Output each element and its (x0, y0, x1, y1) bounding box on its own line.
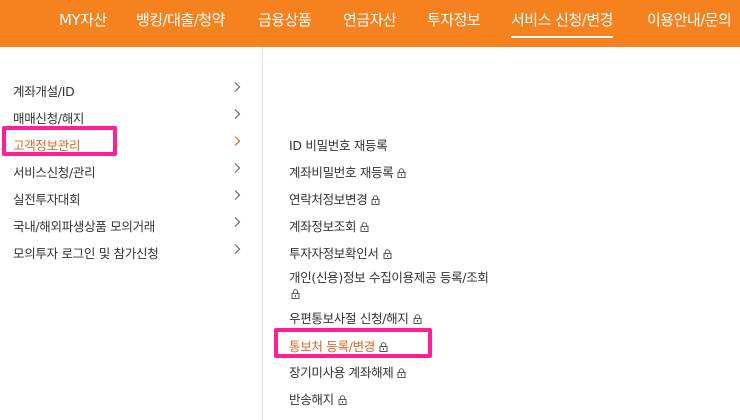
lock-icon (413, 314, 422, 324)
left-menu-item-label: 국내/해외파생상품 모의거래 (13, 219, 155, 234)
sub-menu-item-label: 개인(신용)정보 수집이용제공 등록/조회 (289, 270, 489, 285)
lock-icon (338, 395, 347, 405)
chevron-right-icon (234, 217, 241, 227)
left-menu-item-account-open[interactable]: 계좌개설/ID (0, 76, 262, 102)
lock-icon (397, 168, 406, 178)
left-menu-item-contest[interactable]: 실전투자대회 (0, 184, 262, 210)
left-menu-item-label: 매매신청/해지 (13, 111, 85, 126)
chevron-right-icon (234, 136, 241, 146)
sub-menu-item-label: 반송해지 (289, 392, 334, 407)
lock-icon (371, 195, 380, 205)
chevron-right-icon (234, 163, 241, 173)
highlight-customer-info (2, 126, 117, 156)
sub-menu-item-label: 연락처정보변경 (289, 192, 368, 207)
nav-item-pension-assets[interactable]: 연금자산 (343, 0, 397, 47)
sub-menu-item-label: 계좌정보조회 (289, 219, 357, 234)
sub-menu-item-label: 계좌비밀번호 재등록 (289, 165, 394, 180)
sub-menu-item-label: ID 비밀번호 재등록 (289, 138, 388, 153)
sub-menu-item-label: 우편통보사절 신청/해지 (289, 311, 409, 326)
sub-menu-item-label: 투자자정보확인서 (289, 246, 379, 261)
nav-item-service-apply[interactable]: 서비스 신청/변경 (511, 0, 613, 47)
left-menu-item-label: 모의투자 로그인 및 참가신청 (13, 246, 159, 261)
chevron-right-icon (234, 109, 241, 119)
sub-menu-item-label: 장기미사용 계좌해제 (289, 365, 394, 380)
sub-menu-item-personal-info-consent[interactable]: 개인(신용)정보 수집이용제공 등록/조회 (289, 270, 489, 302)
lock-icon (383, 249, 392, 259)
nav-item-my-assets[interactable]: MY자산 (59, 0, 107, 47)
chevron-right-icon (234, 82, 241, 92)
nav-item-investment-info[interactable]: 투자정보 (427, 0, 481, 47)
sub-menu-item-mail-refusal[interactable]: 우편통보사절 신청/해지 (289, 308, 422, 327)
lock-icon (360, 222, 369, 232)
nav-item-banking[interactable]: 뱅킹/대출/청약 (136, 0, 225, 47)
sub-menu-item-dormant-release[interactable]: 장기미사용 계좌해제 (289, 362, 406, 381)
left-menu: 계좌개설/ID 매매신청/해지 고객정보관리 서비스신청/관리 실전투자대회 국… (0, 47, 262, 420)
sub-menu-item-contact-change[interactable]: 연락처정보변경 (289, 189, 380, 208)
nav-item-financial-products[interactable]: 금융상품 (258, 0, 312, 47)
lock-icon (397, 368, 406, 378)
chevron-right-icon (234, 190, 241, 200)
left-menu-item-derivatives-sim[interactable]: 국내/해외파생상품 모의거래 (0, 211, 262, 237)
sub-menu-item-investor-info[interactable]: 투자자정보확인서 (289, 243, 392, 262)
sub-menu-item-account-inquiry[interactable]: 계좌정보조회 (289, 216, 369, 235)
left-menu-item-label: 계좌개설/ID (13, 84, 75, 99)
left-menu-item-sim-login[interactable]: 모의투자 로그인 및 참가신청 (0, 238, 262, 264)
nav-item-guide[interactable]: 이용안내/문의 (647, 0, 732, 47)
highlight-notify-address (274, 328, 432, 358)
chevron-right-icon (234, 244, 241, 254)
left-menu-item-label: 서비스신청/관리 (13, 165, 96, 180)
top-nav: MY자산 뱅킹/대출/청약 금융상품 연금자산 투자정보 서비스 신청/변경 이… (0, 0, 740, 47)
left-menu-item-service-manage[interactable]: 서비스신청/관리 (0, 157, 262, 183)
sub-menu-item-return-release[interactable]: 반송해지 (289, 389, 347, 408)
sub-menu-item-account-password[interactable]: 계좌비밀번호 재등록 (289, 162, 406, 181)
sub-menu-item-id-password[interactable]: ID 비밀번호 재등록 (289, 135, 388, 154)
left-menu-item-label: 실전투자대회 (13, 192, 81, 207)
sub-menu: ID 비밀번호 재등록 계좌비밀번호 재등록 연락처정보변경 계좌정보조회 투자… (263, 47, 740, 420)
lock-icon (291, 289, 300, 299)
